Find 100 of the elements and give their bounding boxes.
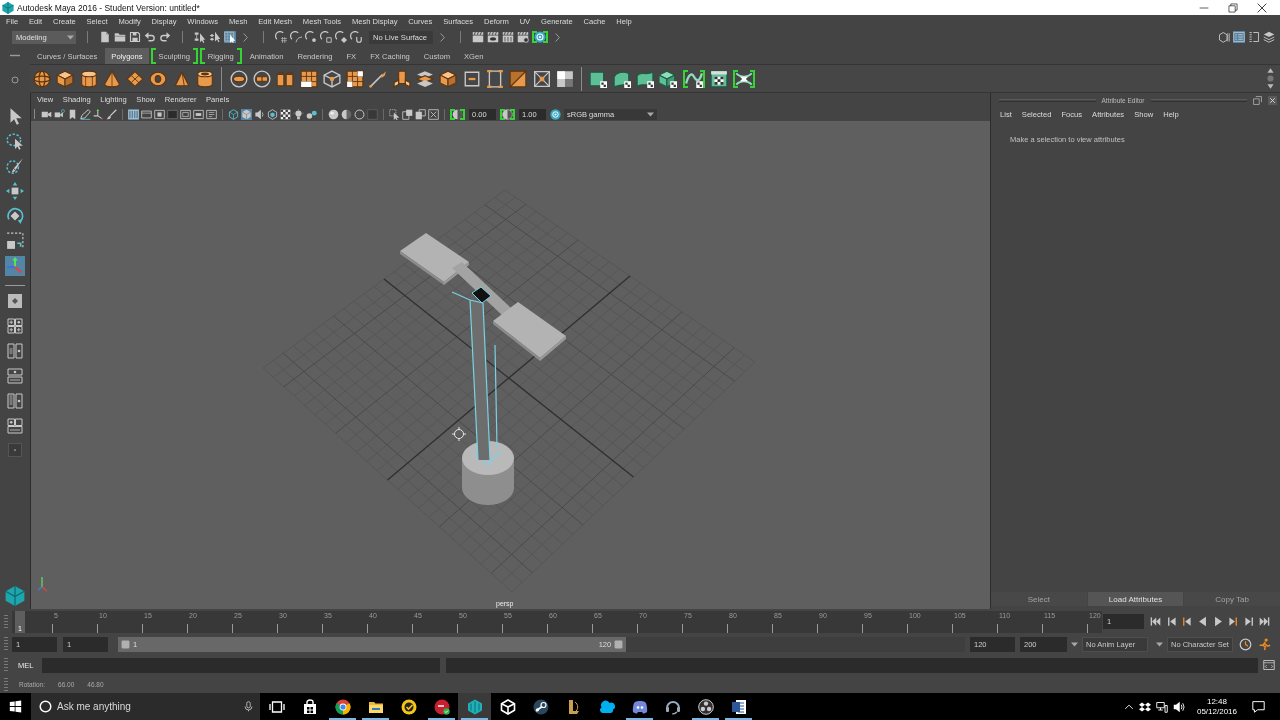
cross-frame-icon[interactable] (532, 69, 551, 88)
grid-squares-icon[interactable] (346, 69, 365, 88)
block-pair-icon[interactable] (276, 69, 295, 88)
frame-icon[interactable] (462, 69, 481, 88)
clapperboard-icon[interactable] (487, 31, 499, 43)
sphere-icon[interactable] (341, 108, 352, 120)
pen-icon[interactable] (80, 108, 91, 120)
next-key-icon[interactable] (1228, 616, 1240, 627)
rotate-icon[interactable] (5, 206, 25, 226)
caret-icon[interactable] (1071, 640, 1078, 648)
split-square-icon[interactable] (509, 69, 528, 88)
cone-icon[interactable] (102, 69, 121, 88)
drag-handle[interactable] (4, 677, 8, 692)
scroll-down-icon[interactable] (1267, 83, 1274, 90)
clapperboard-icon[interactable] (472, 31, 484, 43)
snap-grid-icon[interactable] (275, 31, 287, 43)
step-forward-icon[interactable] (1243, 616, 1255, 627)
snap-surface-icon[interactable] (335, 31, 347, 43)
search-box[interactable]: Ask me anything (31, 693, 260, 720)
hexagon-icon[interactable] (267, 108, 278, 120)
target-icon[interactable] (550, 108, 561, 120)
axes-icon[interactable] (93, 108, 104, 120)
command-field[interactable] (42, 657, 440, 673)
pipe-icon[interactable] (196, 69, 215, 88)
three-pane-icon[interactable] (7, 418, 23, 434)
restore-icon[interactable] (1228, 2, 1238, 13)
diamonds-icon[interactable] (1138, 700, 1151, 713)
redo-icon[interactable] (159, 31, 171, 43)
clock-icon[interactable] (1239, 637, 1252, 651)
layers-icon[interactable] (1263, 31, 1275, 43)
shaded-cube-icon[interactable] (241, 108, 252, 120)
undo-icon[interactable] (144, 31, 156, 43)
frame-icon[interactable] (154, 108, 165, 120)
clapperboard-icon[interactable] (517, 31, 529, 43)
cube-icon[interactable] (659, 69, 678, 88)
close-icon[interactable] (1257, 2, 1267, 13)
skip-to-end-icon[interactable] (1259, 616, 1271, 627)
drag-handle[interactable] (4, 614, 8, 629)
close-icon[interactable] (1268, 95, 1277, 105)
extrude-icon[interactable] (392, 69, 411, 88)
circle-icon[interactable] (39, 700, 52, 713)
snap-plane-icon[interactable] (320, 31, 332, 43)
checker-window-icon[interactable] (709, 69, 728, 88)
wireframe-icon[interactable] (228, 108, 239, 120)
drag-handle[interactable] (4, 637, 8, 651)
bar-icon[interactable] (10, 54, 20, 57)
frame-icon[interactable] (206, 108, 217, 120)
magnet-icon[interactable] (350, 31, 362, 43)
four-pane-icon[interactable] (7, 318, 23, 334)
folder-icon[interactable] (114, 31, 126, 43)
microphone-icon[interactable] (243, 701, 254, 712)
frame-icon[interactable] (180, 108, 191, 120)
caret-icon[interactable] (1156, 640, 1163, 648)
search-field[interactable]: Ask me anything (57, 696, 238, 717)
cube-icon[interactable] (56, 69, 75, 88)
target-icon[interactable] (532, 31, 548, 43)
scroll-up-icon[interactable] (1267, 67, 1274, 74)
cube-icon[interactable] (439, 69, 458, 88)
hierarchy-select-icon[interactable] (194, 31, 206, 43)
move-icon[interactable] (5, 181, 25, 201)
range-handle-icon[interactable] (121, 639, 130, 649)
lasso-icon[interactable] (5, 131, 25, 151)
frame-icon[interactable] (428, 108, 439, 120)
two-circles-icon[interactable] (306, 108, 317, 120)
two-pane-icon[interactable] (7, 368, 23, 384)
step-back-icon[interactable] (1165, 616, 1177, 627)
knife-icon[interactable] (369, 69, 388, 88)
checker-icon[interactable] (280, 108, 291, 120)
frame-icon[interactable] (415, 108, 426, 120)
disc-icon[interactable] (229, 69, 248, 88)
component-select-icon[interactable] (224, 31, 236, 43)
sphere-icon[interactable] (328, 108, 339, 120)
plane-icon[interactable] (126, 69, 145, 88)
checker-tile-icon[interactable] (589, 69, 608, 88)
speaker-icon[interactable] (254, 108, 265, 120)
four-squares-icon[interactable] (555, 69, 574, 88)
script-editor-icon[interactable] (1263, 659, 1275, 671)
object-select-icon[interactable] (209, 31, 221, 43)
two-pane-icon[interactable] (7, 343, 23, 359)
single-pane-icon[interactable] (7, 293, 23, 309)
load-attributes-button[interactable]: Load Attributes (1087, 592, 1184, 606)
notification-icon[interactable] (1252, 700, 1265, 713)
skip-to-start-icon[interactable] (1150, 616, 1162, 627)
range-handle-icon[interactable] (614, 639, 624, 649)
brush-icon[interactable] (106, 108, 117, 120)
layers-icon[interactable] (416, 69, 435, 88)
gamma-icon[interactable] (500, 108, 515, 120)
frame-icon[interactable] (141, 108, 152, 120)
camera-icon[interactable] (54, 108, 65, 120)
cylinder-icon[interactable] (79, 69, 98, 88)
snap-curve-icon[interactable] (290, 31, 302, 43)
bookmark-icon[interactable] (67, 108, 78, 120)
frame-icon[interactable] (193, 108, 204, 120)
wire-cube-icon[interactable] (322, 69, 341, 88)
grid-squares-icon[interactable] (299, 69, 318, 88)
task-view-icon[interactable] (268, 698, 285, 715)
tool-settings-icon[interactable] (1248, 31, 1260, 43)
axes-icon[interactable] (5, 256, 25, 276)
previous-key-icon[interactable] (1181, 616, 1193, 627)
checker-tile-icon[interactable] (612, 69, 631, 88)
